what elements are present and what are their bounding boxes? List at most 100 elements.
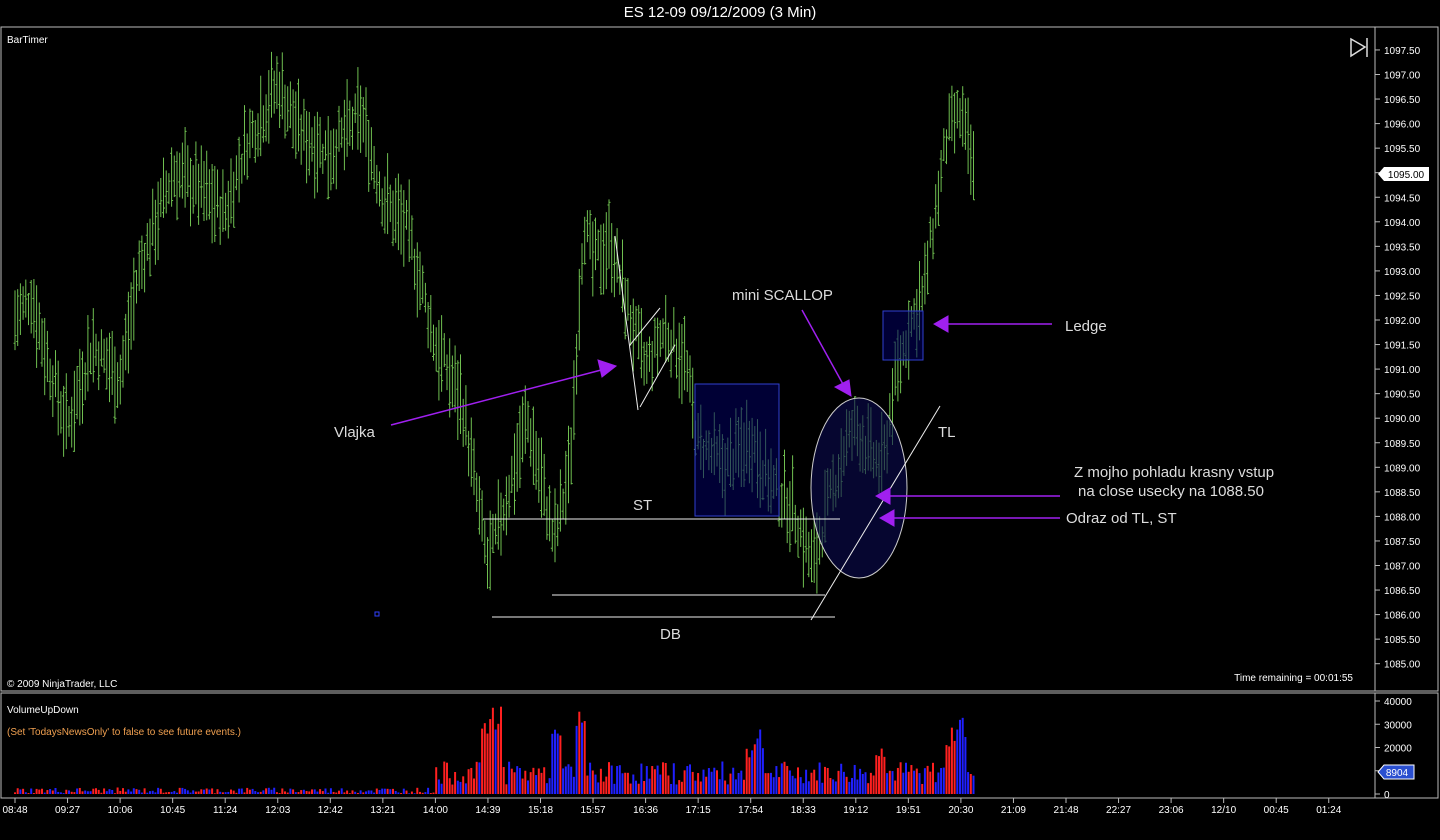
volume-bar: [248, 789, 251, 794]
price-bar: [456, 360, 460, 440]
volume-bar: [645, 766, 648, 794]
volume-bar: [726, 784, 729, 794]
volume-bar: [562, 768, 565, 794]
volume-bar: [886, 773, 889, 794]
volume-bar: [43, 792, 46, 794]
volume-bar: [883, 756, 886, 794]
volume-bar: [413, 793, 416, 794]
price-bar: [216, 169, 219, 218]
volume-bar: [135, 789, 138, 794]
price-bar: [534, 430, 538, 490]
price-bar: [939, 149, 943, 193]
price-bar: [62, 385, 66, 457]
price-bar: [791, 455, 795, 532]
time-tick-label: 19:12: [843, 805, 868, 816]
volume-bar: [672, 763, 675, 794]
volume-bar: [597, 782, 600, 794]
volume-bar: [923, 768, 926, 794]
volume-bar: [959, 719, 961, 794]
price-tick-label: 1096.00: [1384, 120, 1421, 131]
volume-bar: [778, 777, 781, 794]
volume-bar: [613, 783, 616, 794]
volume-bar: [734, 779, 737, 794]
skip-to-end-icon[interactable]: [1350, 37, 1368, 58]
volume-bar: [961, 717, 964, 794]
tl-label: TL: [938, 424, 956, 441]
price-bar: [961, 86, 965, 147]
chart-area[interactable]: BarTimer © 2009 NinjaTrader, LLC Time re…: [0, 0, 1440, 840]
price-bar: [793, 504, 797, 544]
volume-bar: [419, 791, 421, 794]
price-bar: [691, 367, 695, 439]
volume-bar: [748, 757, 751, 794]
price-tick-label: 1092.50: [1384, 291, 1421, 302]
volume-bar: [203, 789, 205, 794]
volume-bar: [359, 790, 362, 794]
price-bar: [326, 116, 330, 200]
price-bar: [159, 177, 163, 218]
price-tick-label: 1088.50: [1384, 488, 1421, 499]
volume-bar: [578, 711, 581, 794]
price-bar: [645, 341, 649, 384]
price-bar: [145, 223, 149, 261]
volume-bar: [297, 792, 300, 794]
volume-bar: [575, 725, 578, 794]
price-bar: [197, 163, 201, 225]
volume-bar: [273, 787, 276, 794]
price-bar: [256, 113, 260, 157]
volume-bar: [826, 767, 829, 794]
time-tick-label: 21:48: [1053, 805, 1078, 816]
volume-bar: [478, 762, 481, 794]
volume-bar: [521, 778, 524, 794]
price-bar: [426, 302, 430, 349]
volume-bar: [108, 789, 111, 794]
volume-bar: [664, 763, 667, 794]
price-bar: [469, 417, 473, 487]
volume-bar: [729, 773, 732, 794]
volume-bar: [103, 788, 106, 794]
volume-bar: [937, 772, 940, 794]
price-bar: [486, 537, 489, 589]
price-bar: [402, 190, 406, 267]
time-tick-label: 12/10: [1211, 805, 1236, 816]
time-tick-label: 11:24: [213, 805, 238, 816]
price-bar: [523, 385, 527, 454]
price-bar: [788, 481, 792, 553]
volume-bar: [68, 790, 70, 794]
volume-bar: [146, 792, 149, 794]
volume-bar: [770, 772, 772, 794]
price-bar: [334, 129, 338, 190]
time-tick-label: 12:03: [265, 805, 290, 816]
volume-bar: [257, 792, 259, 794]
price-axis: 1085.00 1085.50 1086.00 1086.50 1087.00 1087.…: [1375, 46, 1421, 671]
price-bar: [91, 308, 95, 383]
entry-label-line1: Z mojho pohladu krasny vstup: [1074, 464, 1274, 481]
volume-bar: [602, 781, 605, 794]
volume-bar: [219, 791, 222, 794]
price-bar: [432, 324, 435, 361]
price-bar: [386, 153, 390, 235]
price-bar: [156, 181, 160, 261]
price-bar: [307, 111, 311, 176]
volume-bar: [348, 793, 351, 794]
volume-bar: [86, 791, 89, 794]
volume-bar: [626, 772, 629, 794]
price-bar: [278, 71, 282, 128]
volume-bar: [872, 775, 875, 794]
price-bar: [180, 142, 184, 199]
volume-bar: [262, 790, 265, 794]
volume-bar: [842, 771, 845, 794]
volume-bar: [127, 789, 130, 794]
volume-bar: [30, 788, 33, 794]
volume-bar: [751, 750, 754, 794]
price-bar: [626, 278, 630, 321]
volume-bar: [697, 773, 700, 794]
volume-bar: [151, 790, 154, 794]
volume-bar: [470, 767, 473, 794]
volume-bar: [81, 791, 84, 794]
volume-bar: [929, 771, 932, 794]
price-bar: [510, 455, 514, 494]
volume-bar: [459, 781, 462, 794]
price-bar: [467, 430, 471, 477]
volume-bar: [586, 775, 589, 794]
